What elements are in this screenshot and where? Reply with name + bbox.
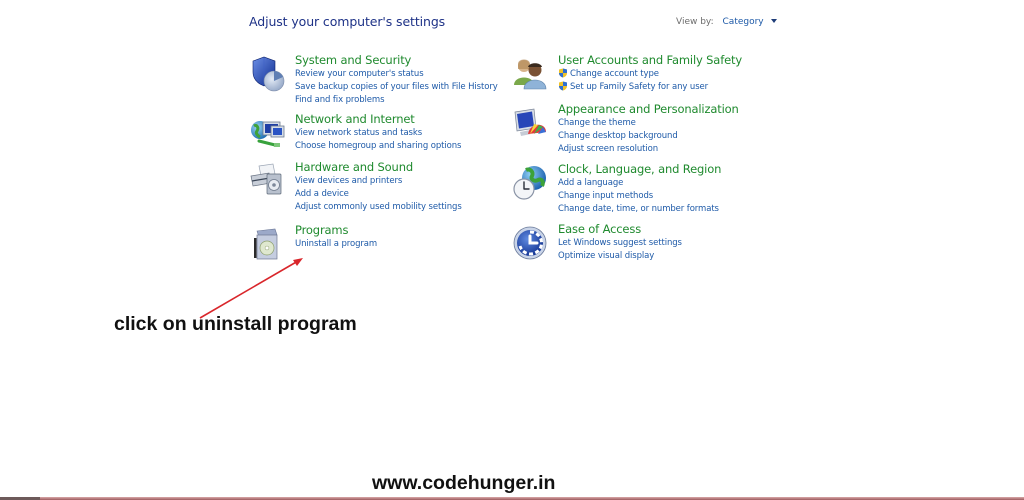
category-title-programs[interactable]: Programs: [295, 223, 377, 238]
link-input-methods[interactable]: Change input methods: [558, 190, 721, 203]
link-review-status[interactable]: Review your computer's status: [295, 68, 498, 81]
arrow-head: [293, 258, 303, 266]
users-icon[interactable]: [512, 55, 550, 93]
arrow-line: [199, 260, 299, 319]
link-change-account-type-label[interactable]: Change account type: [570, 69, 659, 79]
ease-of-access-icon[interactable]: [512, 224, 550, 262]
category-title-ease-of-access[interactable]: Ease of Access: [558, 222, 682, 237]
link-add-language[interactable]: Add a language: [558, 177, 721, 190]
view-by-dropdown[interactable]: Category: [723, 17, 764, 27]
link-family-safety-label[interactable]: Set up Family Safety for any user: [570, 82, 708, 92]
printer-speaker-icon[interactable]: [249, 162, 287, 200]
programs-box-icon[interactable]: [249, 225, 287, 263]
annotation-instruction: click on uninstall program: [114, 313, 357, 335]
link-screen-resolution[interactable]: Adjust screen resolution: [558, 143, 739, 156]
category-title-user-accounts[interactable]: User Accounts and Family Safety: [558, 53, 742, 68]
link-desktop-background[interactable]: Change desktop background: [558, 130, 739, 143]
link-network-status[interactable]: View network status and tasks: [295, 127, 461, 140]
link-optimize-visual-display[interactable]: Optimize visual display: [558, 250, 682, 263]
link-add-device[interactable]: Add a device: [295, 188, 462, 201]
link-change-theme[interactable]: Change the theme: [558, 117, 739, 130]
globe-clock-icon[interactable]: [512, 164, 550, 202]
category-title-hardware-and-sound[interactable]: Hardware and Sound: [295, 160, 462, 175]
category-title-system-and-security[interactable]: System and Security: [295, 53, 498, 68]
link-date-time-formats[interactable]: Change date, time, or number formats: [558, 203, 721, 216]
category-title-appearance[interactable]: Appearance and Personalization: [558, 102, 739, 117]
link-family-safety[interactable]: Set up Family Safety for any user: [558, 81, 742, 94]
view-by-control[interactable]: View by: Category: [676, 17, 777, 27]
page-heading: Adjust your computer's settings: [249, 14, 446, 29]
shield-icon[interactable]: [249, 55, 287, 93]
category-title-network-and-internet[interactable]: Network and Internet: [295, 112, 461, 127]
network-globe-icon[interactable]: [249, 114, 287, 152]
link-devices-printers[interactable]: View devices and printers: [295, 175, 462, 188]
uac-shield-icon: [558, 81, 568, 91]
monitor-palette-icon[interactable]: [512, 104, 550, 142]
link-change-account-type[interactable]: Change account type: [558, 68, 742, 81]
chevron-down-icon[interactable]: [770, 19, 777, 23]
link-file-history[interactable]: Save backup copies of your files with Fi…: [295, 81, 498, 94]
view-by-label: View by:: [676, 17, 714, 27]
link-mobility-settings[interactable]: Adjust commonly used mobility settings: [295, 201, 462, 214]
link-find-fix-problems[interactable]: Find and fix problems: [295, 94, 498, 107]
link-uninstall-program[interactable]: Uninstall a program: [295, 238, 377, 251]
uac-shield-icon: [558, 68, 568, 78]
category-title-clock-language-region[interactable]: Clock, Language, and Region: [558, 162, 721, 177]
watermark-url: www.codehunger.in: [372, 472, 556, 494]
link-homegroup[interactable]: Choose homegroup and sharing options: [295, 140, 461, 153]
link-windows-suggest-settings[interactable]: Let Windows suggest settings: [558, 237, 682, 250]
